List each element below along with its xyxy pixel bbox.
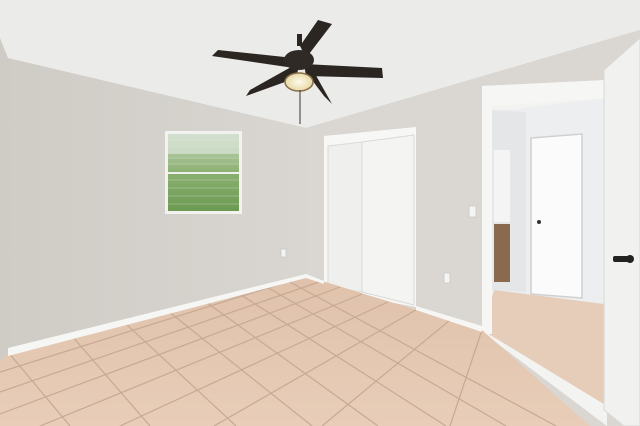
wall-outlet [443,272,451,284]
bathroom-door [530,133,583,299]
light-switch [468,205,477,218]
bedroom-scene [0,0,640,426]
closet-bifold-doors [324,127,416,307]
wall-outlet [280,248,287,258]
fan-light-icon [284,72,314,92]
window [165,131,242,214]
vanity-cabinet [494,224,510,282]
door-knob-icon [537,220,541,224]
bedroom-door-open [603,37,640,426]
